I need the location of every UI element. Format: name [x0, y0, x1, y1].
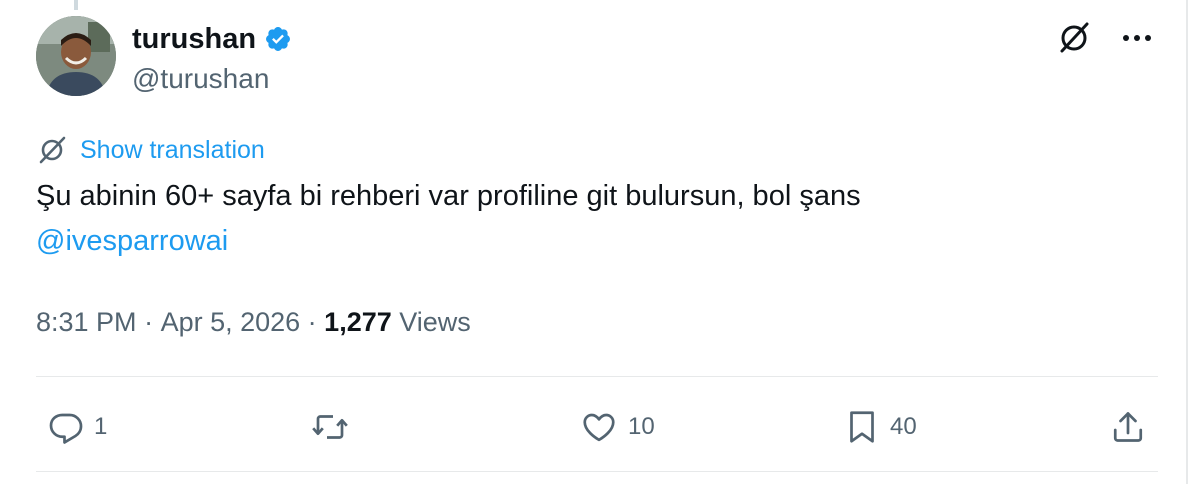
avatar-image [36, 16, 116, 96]
avatar[interactable] [36, 16, 116, 96]
share-button[interactable] [1110, 400, 1146, 454]
reply-count: 1 [94, 413, 108, 440]
tweet-body: Şu abinin 60+ sayfa bi rehberi var profi… [36, 180, 861, 212]
retweet-button[interactable] [310, 400, 360, 454]
reply-button[interactable]: 1 [48, 400, 107, 454]
bookmark-button[interactable]: 40 [844, 400, 917, 454]
top-right-actions [1056, 20, 1152, 56]
translate-icon [39, 136, 66, 164]
divider-top [36, 376, 1158, 377]
show-translation-link[interactable]: Show translation [36, 134, 265, 166]
author-display-name-row[interactable]: turushan [132, 22, 292, 56]
retweet-icon [312, 415, 348, 439]
show-translation-label[interactable]: Show translation [80, 135, 265, 165]
more-icon[interactable] [1122, 33, 1152, 43]
author-handle[interactable]: @turushan [132, 62, 269, 96]
reply-icon [49, 413, 83, 444]
tweet-text: Şu abinin 60+ sayfa bi rehberi var profi… [36, 174, 1156, 264]
tweet-date[interactable]: Apr 5, 2026 [161, 304, 301, 340]
action-bar: 1 10 40 [36, 400, 1156, 454]
author-display-name[interactable]: turushan [132, 22, 256, 56]
views-count: 1,277 [324, 307, 392, 337]
divider-bottom [36, 471, 1158, 472]
like-count: 10 [628, 413, 655, 440]
panel-border [1186, 0, 1188, 484]
mention-link[interactable]: @ivesparrowai [36, 225, 228, 257]
views-label: Views [399, 307, 471, 337]
share-icon [1113, 412, 1143, 442]
tweet-meta: 8:31 PM · Apr 5, 2026 · 1,277 Views [36, 304, 471, 340]
grok-icon[interactable] [1056, 20, 1092, 56]
tweet-time[interactable]: 8:31 PM [36, 304, 137, 340]
thread-connector-line [74, 0, 78, 10]
meta-separator: · [300, 307, 325, 337]
verified-badge-icon[interactable] [264, 25, 292, 53]
bookmark-count: 40 [890, 413, 917, 440]
like-icon [583, 413, 615, 442]
like-button[interactable]: 10 [580, 400, 655, 454]
bookmark-icon [850, 411, 874, 443]
meta-separator: · [136, 307, 161, 337]
